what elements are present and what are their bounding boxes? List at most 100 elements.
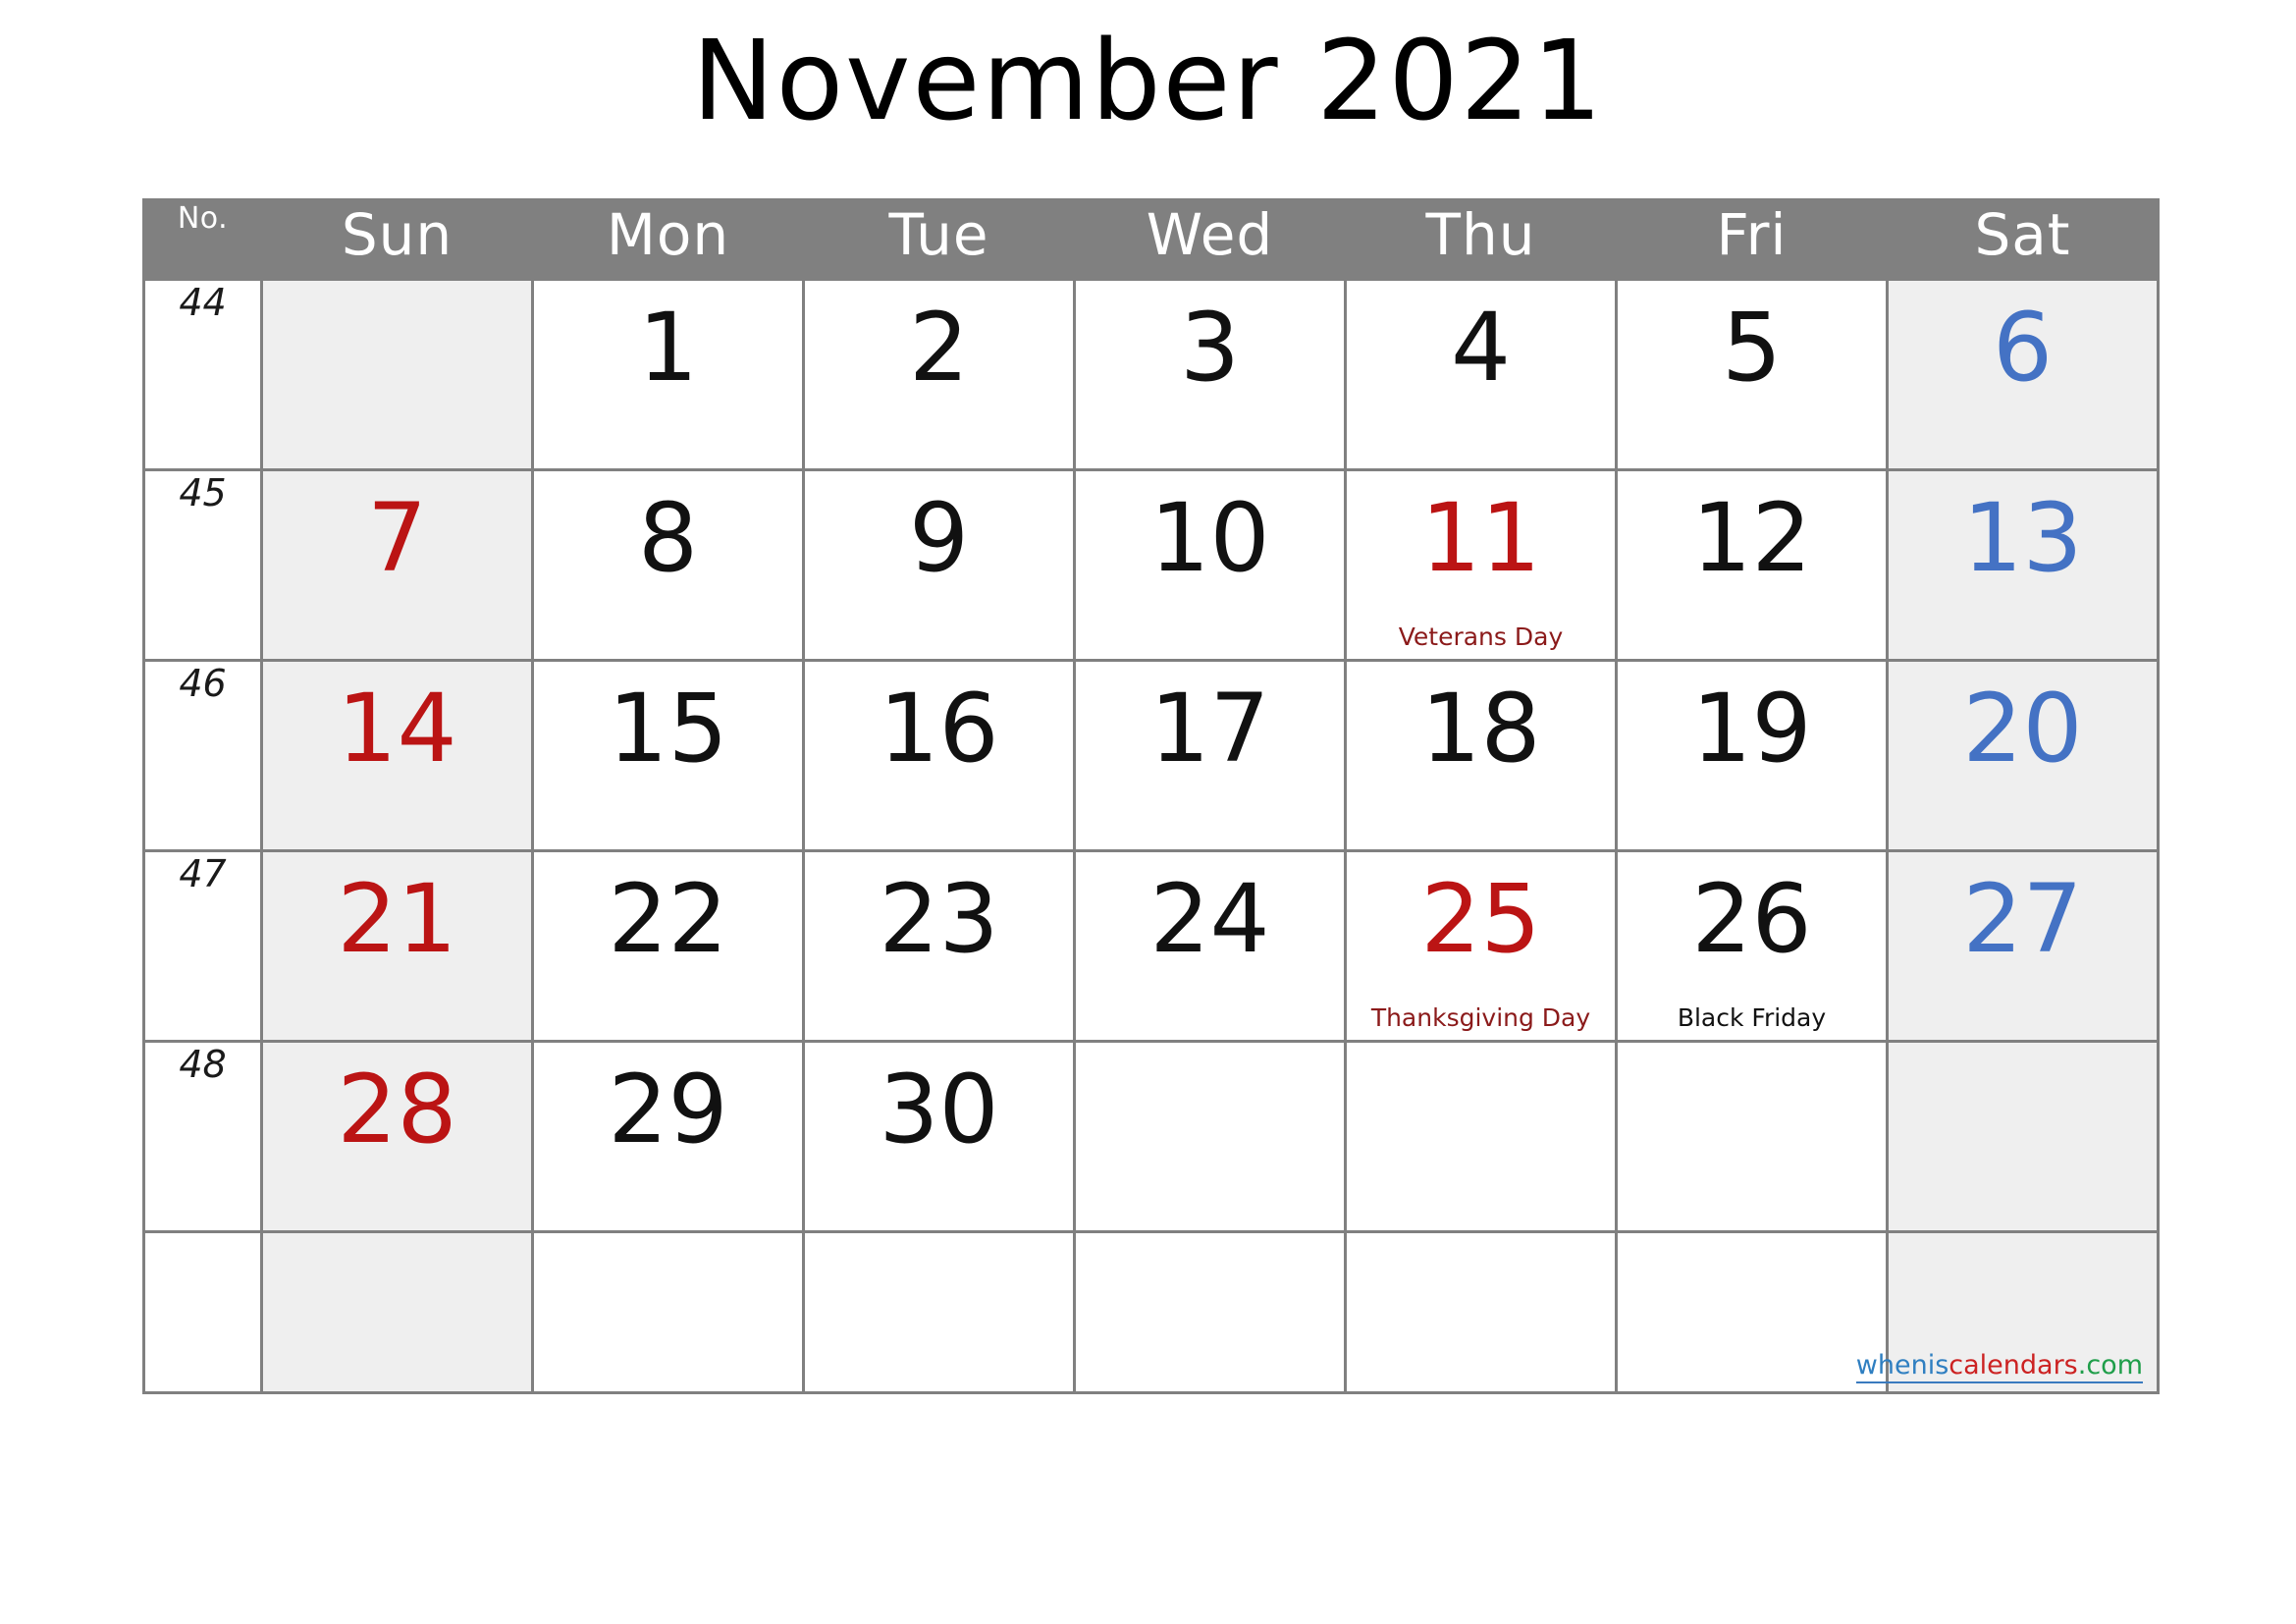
day-cell-inner: 17 [1076, 662, 1344, 849]
date-number: 2 [908, 293, 970, 403]
day-cell[interactable]: 28 [260, 1040, 534, 1234]
date-number: 15 [608, 674, 728, 785]
day-cell-inner [263, 281, 531, 468]
watermark-part-calendars: calendars [1949, 1350, 2078, 1380]
site-watermark[interactable]: wheniscalendars.com [1855, 1350, 2143, 1383]
day-cell[interactable]: 25 Thanksgiving Day [1344, 849, 1618, 1044]
watermark-part-com: .com [2077, 1350, 2143, 1380]
day-cell[interactable]: 30 [802, 1040, 1076, 1234]
date-number: 9 [908, 483, 970, 594]
day-cell[interactable] [1615, 1040, 1889, 1234]
day-cell[interactable]: 4 [1344, 277, 1618, 472]
day-cell-inner: 5 [1618, 281, 1886, 468]
day-cell[interactable] [802, 1230, 1076, 1394]
day-cell[interactable]: 16 [802, 659, 1076, 853]
date-number: 7 [366, 483, 428, 594]
day-cell[interactable] [1886, 1040, 2160, 1234]
watermark-part-whenis: whenis [1855, 1350, 1949, 1380]
day-cell[interactable] [260, 1230, 534, 1394]
date-number: 20 [1962, 674, 2083, 785]
day-cell[interactable]: 24 [1073, 849, 1347, 1044]
day-cell[interactable]: 17 [1073, 659, 1347, 853]
calendar-week-row: 44 1 2 3 4 5 6 [142, 277, 2160, 472]
day-cell[interactable]: 29 [531, 1040, 805, 1234]
day-cell[interactable]: 13 [1886, 468, 2160, 663]
date-number: 24 [1149, 864, 1270, 975]
day-cell[interactable] [1073, 1230, 1347, 1394]
day-cell-inner [263, 1233, 531, 1391]
day-cell[interactable] [260, 277, 534, 472]
day-cell[interactable]: 18 [1344, 659, 1618, 853]
day-cell[interactable]: 21 [260, 849, 534, 1044]
day-cell[interactable] [531, 1230, 805, 1394]
day-cell[interactable]: 15 [531, 659, 805, 853]
date-number: 10 [1149, 483, 1270, 594]
date-number: 4 [1450, 293, 1512, 403]
day-cell[interactable]: 3 [1073, 277, 1347, 472]
day-cell[interactable]: 2 [802, 277, 1076, 472]
day-cell-inner [1076, 1043, 1344, 1230]
day-cell-inner: 6 [1889, 281, 2157, 468]
day-cell[interactable]: 14 [260, 659, 534, 853]
day-cell-inner: 27 [1889, 852, 2157, 1040]
week-number-cell: 48 [142, 1040, 263, 1234]
calendar-week-row: 46 14 15 16 17 18 19 20 [142, 659, 2160, 853]
calendar-grid: No. Sun Mon Tue Wed Thu Fri Sat 44 1 2 3 4 5 6… [142, 198, 2160, 1394]
day-cell[interactable]: 1 [531, 277, 805, 472]
day-cell[interactable] [1344, 1040, 1618, 1234]
day-cell-inner: 28 [263, 1043, 531, 1230]
day-cell[interactable]: wheniscalendars.com [1855, 1230, 2160, 1394]
day-cell[interactable]: 27 [1886, 849, 2160, 1044]
day-cell[interactable]: 22 [531, 849, 805, 1044]
day-header-fri: Fri [1615, 198, 1889, 281]
calendar-table: No. Sun Mon Tue Wed Thu Fri Sat 44 1 2 3 4 5 6… [142, 198, 2160, 1394]
date-number: 8 [637, 483, 699, 594]
day-cell-inner: 12 [1618, 471, 1886, 659]
calendar-week-row: 48 28 29 30 [142, 1040, 2160, 1234]
day-cell-inner: 26 Black Friday [1618, 852, 1886, 1040]
day-cell-inner: 2 [805, 281, 1073, 468]
holiday-label: Thanksgiving Day [1370, 1004, 1591, 1033]
day-cell[interactable] [1073, 1040, 1347, 1234]
week-number-cell: 47 [142, 849, 263, 1044]
day-cell[interactable] [1615, 1230, 1889, 1394]
day-cell[interactable]: 5 [1615, 277, 1889, 472]
day-cell-inner: 25 Thanksgiving Day [1347, 852, 1615, 1040]
day-cell-inner: 4 [1347, 281, 1615, 468]
date-number: 11 [1420, 483, 1541, 594]
date-number: 16 [879, 674, 999, 785]
week-number-cell: 45 [142, 468, 263, 663]
day-cell[interactable]: 11 Veterans Day [1344, 468, 1618, 663]
week-number-cell: 44 [142, 277, 263, 472]
week-number-cell [142, 1230, 263, 1394]
day-cell[interactable]: 8 [531, 468, 805, 663]
day-cell-inner: 30 [805, 1043, 1073, 1230]
day-header-sat: Sat [1886, 198, 2160, 281]
day-cell[interactable]: 6 [1886, 277, 2160, 472]
day-cell-inner: wheniscalendars.com [1855, 1233, 2157, 1391]
day-header-mon: Mon [531, 198, 805, 281]
day-cell[interactable]: 7 [260, 468, 534, 663]
date-number: 1 [637, 293, 699, 403]
day-cell[interactable]: 20 [1886, 659, 2160, 853]
day-cell[interactable]: 10 [1073, 468, 1347, 663]
day-cell[interactable]: 26 Black Friday [1615, 849, 1889, 1044]
day-cell[interactable]: 9 [802, 468, 1076, 663]
day-header-tue: Tue [802, 198, 1076, 281]
day-cell-inner: 14 [263, 662, 531, 849]
calendar-body: 44 1 2 3 4 5 6 45 7 8 9 10 11 Veterans Day 12 13 46 14 15 1… [142, 277, 2160, 1394]
day-cell-inner: 15 [534, 662, 802, 849]
day-cell-inner: 11 Veterans Day [1347, 471, 1615, 659]
date-number: 26 [1691, 864, 1812, 975]
day-cell-inner: 1 [534, 281, 802, 468]
day-cell[interactable]: 19 [1615, 659, 1889, 853]
day-cell-inner: 10 [1076, 471, 1344, 659]
day-cell[interactable] [1344, 1230, 1618, 1394]
day-cell[interactable]: 23 [802, 849, 1076, 1044]
day-cell[interactable]: 12 [1615, 468, 1889, 663]
day-cell-inner [805, 1233, 1073, 1391]
date-number: 3 [1179, 293, 1241, 403]
calendar-header-row: No. Sun Mon Tue Wed Thu Fri Sat [142, 198, 2160, 281]
date-number: 29 [608, 1055, 728, 1165]
day-cell-inner [1889, 1043, 2157, 1230]
